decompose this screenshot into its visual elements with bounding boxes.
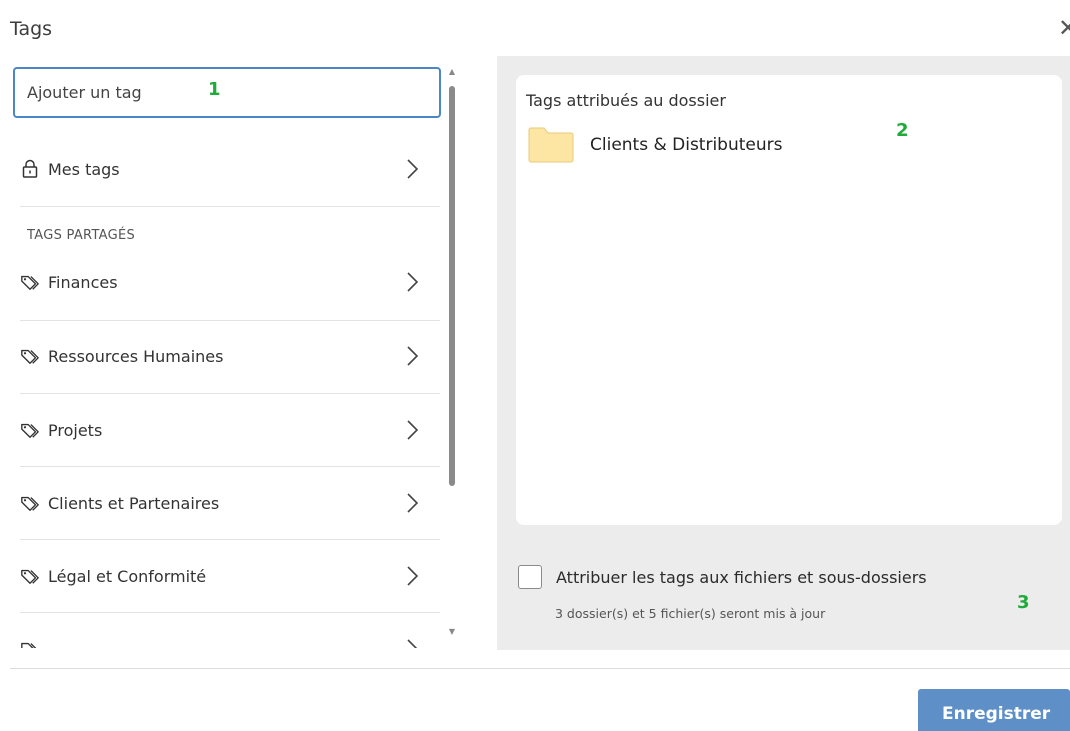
- tag-label: Légal et Conformité: [48, 566, 207, 586]
- apply-to-children-option[interactable]: Attribuer les tags aux fichiers et sous-…: [518, 565, 927, 589]
- chevron-right-icon: [407, 272, 419, 292]
- divider: [20, 612, 440, 613]
- chevron-right-icon: [407, 566, 419, 586]
- list-scrollbar[interactable]: ▲ ▼: [444, 66, 460, 646]
- add-tag-input[interactable]: [13, 67, 441, 118]
- my-tags-item[interactable]: Mes tags: [20, 154, 440, 184]
- chevron-right-icon: [407, 346, 419, 366]
- tag-item-finances[interactable]: Finances: [20, 267, 440, 297]
- footer-divider: [10, 668, 1070, 669]
- assigned-tags-card: Tags attribués au dossier Clients & Dist…: [516, 75, 1062, 525]
- chevron-right-icon: [407, 159, 419, 179]
- folder-icon: [528, 127, 574, 163]
- tag-icon: [21, 349, 39, 364]
- save-button[interactable]: Enregistrer: [918, 689, 1070, 731]
- tag-icon: [21, 275, 39, 290]
- tag-item-cut-off[interactable]: [20, 634, 440, 648]
- assigned-tag-label: Clients & Distributeurs: [590, 135, 783, 155]
- tag-icon: [21, 496, 39, 511]
- tag-icon: [21, 569, 39, 584]
- lock-icon: [22, 159, 38, 178]
- assigned-tags-title: Tags attribués au dossier: [526, 91, 726, 110]
- tag-label: Ressources Humaines: [48, 346, 224, 366]
- tag-label: Finances: [48, 272, 118, 292]
- annotation-2: 2: [896, 120, 909, 141]
- shared-tags-heading: TAGS PARTAGÉS: [27, 228, 136, 243]
- divider: [20, 320, 440, 321]
- dialog-title: Tags: [10, 18, 53, 40]
- apply-to-children-checkbox[interactable]: [518, 565, 542, 589]
- divider: [20, 206, 440, 207]
- divider: [20, 466, 440, 467]
- divider: [20, 539, 440, 540]
- update-count-text: 3 dossier(s) et 5 fichier(s) seront mis …: [555, 606, 826, 621]
- chevron-right-icon: [407, 420, 419, 440]
- scroll-thumb[interactable]: [449, 86, 455, 486]
- annotation-3: 3: [1017, 592, 1030, 613]
- tag-label: Clients et Partenaires: [48, 493, 220, 513]
- tag-icon: [21, 642, 37, 648]
- close-icon[interactable]: ✕: [1058, 15, 1070, 41]
- scroll-up-arrow-icon[interactable]: ▲: [447, 68, 457, 76]
- annotation-1: 1: [208, 79, 221, 100]
- divider: [20, 393, 440, 394]
- tags-dialog: Tags ✕ Mes tags TAGS PARTAGÉS Fi: [0, 0, 1070, 731]
- assigned-tag-item[interactable]: Clients & Distributeurs: [528, 127, 783, 163]
- tag-item-legal-et-conformite[interactable]: Légal et Conformité: [20, 561, 440, 591]
- chevron-right-icon: [407, 493, 419, 513]
- apply-to-children-label: Attribuer les tags aux fichiers et sous-…: [556, 567, 927, 587]
- tag-label: Projets: [48, 420, 103, 440]
- scroll-down-arrow-icon[interactable]: ▼: [447, 628, 457, 636]
- my-tags-label: Mes tags: [48, 159, 120, 179]
- assigned-tags-panel: Tags attribués au dossier Clients & Dist…: [497, 56, 1070, 650]
- tag-item-clients-et-partenaires[interactable]: Clients et Partenaires: [20, 488, 440, 518]
- tag-icon: [21, 423, 39, 438]
- tag-item-projets[interactable]: Projets: [20, 415, 440, 445]
- tags-list-panel: Mes tags TAGS PARTAGÉS Finances: [10, 58, 462, 648]
- chevron-right-icon: [407, 639, 418, 648]
- tag-item-ressources-humaines[interactable]: Ressources Humaines: [20, 341, 440, 371]
